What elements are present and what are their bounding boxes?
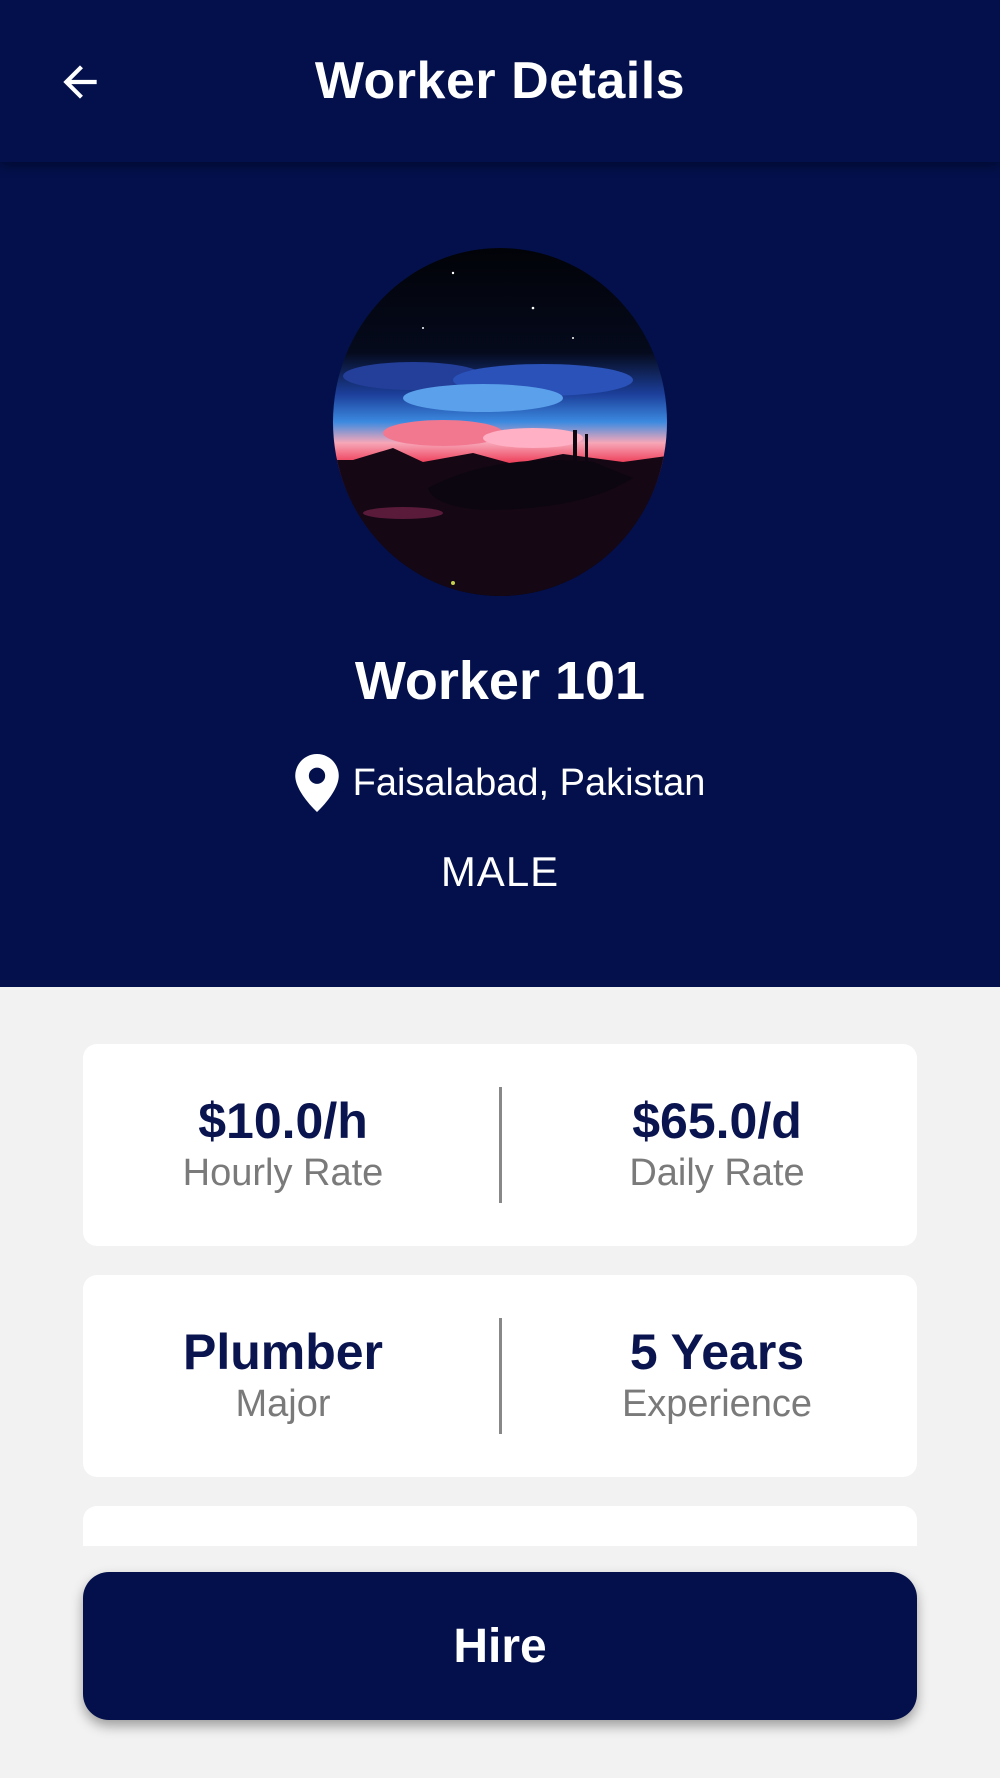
avatar[interactable] — [333, 248, 667, 596]
experience-label: Experience — [621, 1382, 813, 1425]
hourly-rate-label: Hourly Rate — [182, 1151, 384, 1194]
location-row: Faisalabad, Pakistan — [0, 754, 1000, 812]
profile-header: Worker 101 Faisalabad, Pakistan MALE — [0, 162, 1000, 987]
page-title: Worker Details — [314, 52, 686, 110]
next-card-partial — [83, 1506, 917, 1546]
daily-rate: $65.0/d Daily Rate — [517, 1044, 917, 1246]
experience-value: 5 Years — [629, 1323, 805, 1380]
hire-button[interactable]: Hire — [83, 1572, 917, 1720]
avatar-image — [333, 248, 667, 596]
major-value: Plumber — [182, 1323, 384, 1380]
location-text: Faisalabad, Pakistan — [352, 761, 706, 804]
divider — [499, 1087, 502, 1203]
major: Plumber Major — [83, 1275, 483, 1477]
map-pin-icon — [294, 754, 339, 812]
major-label: Major — [235, 1382, 331, 1425]
profession-card: Plumber Major 5 Years Experience — [83, 1275, 917, 1477]
daily-rate-label: Daily Rate — [629, 1151, 805, 1194]
daily-rate-value: $65.0/d — [632, 1092, 802, 1149]
divider — [499, 1318, 502, 1434]
rates-card: $10.0/h Hourly Rate $65.0/d Daily Rate — [83, 1044, 917, 1246]
hourly-rate: $10.0/h Hourly Rate — [83, 1044, 483, 1246]
hourly-rate-value: $10.0/h — [198, 1092, 368, 1149]
worker-name: Worker 101 — [354, 651, 646, 711]
experience: 5 Years Experience — [517, 1275, 917, 1477]
app-bar: Worker Details — [0, 0, 1000, 162]
gender-text: MALE — [440, 848, 560, 895]
